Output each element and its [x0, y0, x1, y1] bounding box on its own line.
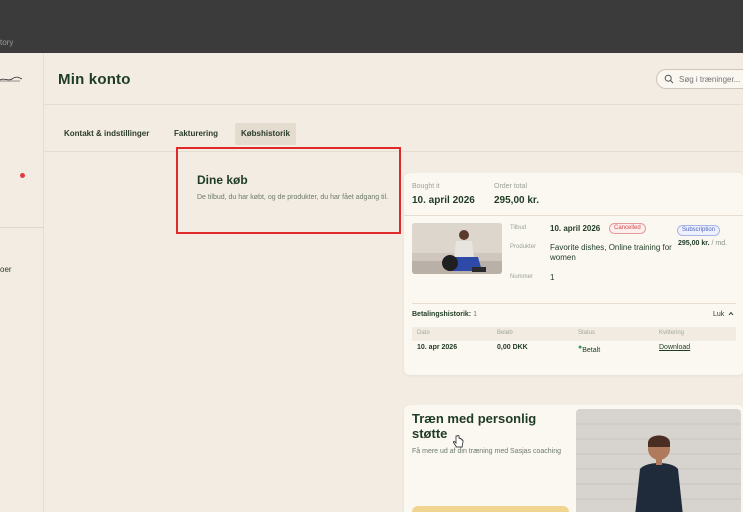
promo-description: Få mere ud af din træning med Sasjas coa… [412, 448, 562, 455]
chevron-up-icon [728, 311, 734, 316]
search-box[interactable] [656, 69, 743, 89]
search-input[interactable] [679, 73, 743, 86]
bought-label: Bought it [412, 183, 440, 190]
coaching-promo-card: Træn med personlig støtte Få mere ud af … [404, 405, 743, 512]
page-title: Min konto [58, 71, 131, 88]
col-amount: Beløb [497, 330, 513, 336]
payment-table: Dato Beløb Status Kvittering 10. apr 202… [412, 327, 736, 355]
coach-image [576, 409, 741, 512]
cancelled-badge: Cancelled [609, 223, 646, 234]
col-status: Status [578, 330, 596, 336]
payment-divider [412, 303, 736, 304]
payment-history-title: Betalingshistorik: 1 [412, 311, 477, 318]
price-period: / md. [711, 240, 728, 247]
col-date: Dato [417, 330, 430, 336]
header-divider [44, 104, 743, 105]
number-label: Nummer [510, 274, 534, 280]
order-total-label: Order total [494, 183, 528, 190]
download-receipt-link[interactable]: Download [659, 344, 690, 351]
order-total-value: 295,00 kr. [494, 195, 540, 206]
order-card: Bought it 10. april 2026 Order total 295… [404, 173, 743, 375]
row-amount: 0,00 DKK [497, 344, 528, 351]
promo-cta-button[interactable] [412, 506, 569, 512]
main-content: Min konto Kontakt & indstillinger Faktur… [44, 53, 743, 512]
status-label: Betalt [582, 347, 601, 354]
notification-dot [20, 173, 25, 178]
offer-date: 10. april 2026 [550, 224, 601, 233]
search-icon [664, 74, 674, 84]
promo-title: Træn med personlig støtte [412, 411, 537, 441]
order-card-divider [404, 215, 743, 216]
subscription-price: 295,00 kr. / md. [678, 240, 727, 247]
row-status: ● Betalt [578, 344, 601, 354]
products-value: Favorite dishes, Online training for wom… [550, 243, 672, 262]
product-image [412, 223, 502, 274]
sidebar-divider [0, 227, 44, 228]
number-value: 1 [550, 273, 555, 282]
offer-label: Tilbud [510, 225, 527, 231]
payment-history-count: 1 [473, 311, 477, 318]
close-label: Luk [713, 311, 725, 318]
subscription-badge: Subscription [677, 225, 721, 236]
window-title: tory [0, 38, 14, 47]
price-value: 295,00 kr. [678, 240, 710, 247]
products-label: Produkter [510, 244, 537, 250]
close-payment-history[interactable]: Luk [713, 311, 734, 318]
browser-topbar: tory [0, 0, 743, 53]
payment-table-header: Dato Beløb Status Kvittering [412, 327, 736, 341]
payment-history-label: Betalingshistorik: [412, 311, 472, 318]
tab-purchase-history[interactable]: Købshistorik [235, 123, 296, 145]
tab-billing[interactable]: Fakturering [168, 123, 224, 145]
section-title: Dine køb [197, 173, 248, 187]
purchases-intro: Dine køb De tilbud, du har købt, og de p… [176, 147, 401, 234]
hand-cursor-icon [452, 435, 464, 448]
tab-contact-settings[interactable]: Kontakt & indstillinger [58, 123, 155, 145]
sidebar-item-label[interactable]: oer [0, 265, 12, 274]
table-row: 10. apr 2026 0,00 DKK ● Betalt Download [412, 341, 736, 355]
section-description: De tilbud, du har købt, og de produkter,… [197, 194, 389, 201]
sidebar: oer [0, 53, 44, 512]
bought-date: 10. april 2026 [412, 195, 475, 206]
row-date: 10. apr 2026 [417, 344, 458, 351]
col-receipt: Kvittering [659, 330, 685, 336]
brand-logo[interactable] [0, 75, 22, 83]
